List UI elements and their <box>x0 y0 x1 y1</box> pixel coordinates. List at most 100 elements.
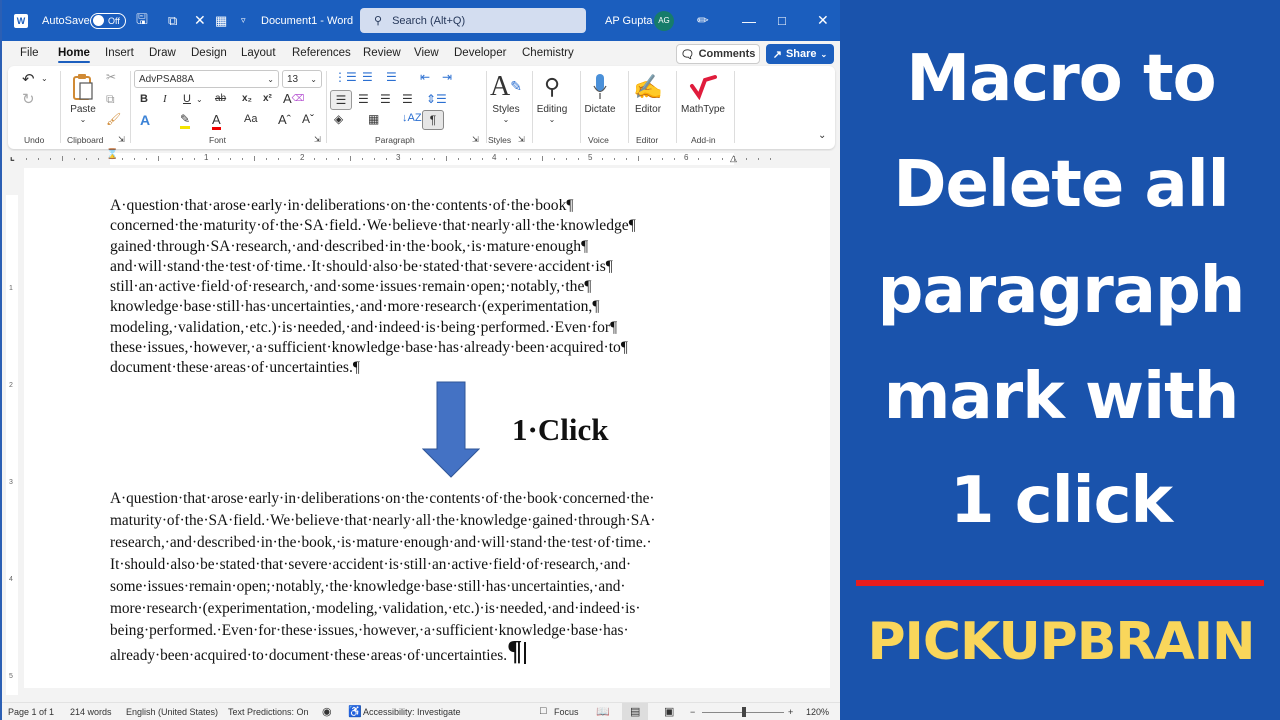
zoom-out-icon[interactable]: − <box>690 707 695 717</box>
vruler-number: 1 <box>9 285 13 292</box>
search-box[interactable]: ⚲ Search (Alt+Q) <box>360 8 586 33</box>
avatar[interactable]: AG <box>654 10 674 31</box>
tab-design[interactable]: Design <box>191 47 227 59</box>
align-center-icon[interactable]: ☰ <box>358 92 369 106</box>
redo-icon[interactable]: ↻ <box>22 90 35 108</box>
zoom-level[interactable]: 120% <box>806 707 829 717</box>
font-name-select[interactable]: AdvPSA88A ⌄ <box>134 70 279 88</box>
minimize-icon[interactable]: — <box>742 0 756 41</box>
format-painter-icon[interactable]: 🖌 <box>106 112 121 126</box>
justify-icon[interactable]: ☰ <box>402 92 413 106</box>
vruler-number: 2 <box>9 382 13 389</box>
bold-icon[interactable]: B <box>140 93 148 105</box>
text-predictions[interactable]: Text Predictions: On <box>228 707 309 717</box>
numbering-icon[interactable]: ☰ <box>362 70 373 84</box>
font-color-icon[interactable]: A <box>212 112 221 130</box>
close-window-icon[interactable]: ✕ <box>817 0 829 41</box>
zoom-in-icon[interactable]: + <box>788 707 793 717</box>
ruler-tick <box>614 158 615 160</box>
comments-button[interactable]: 🗨 Comments <box>676 44 760 64</box>
checkerboard-icon[interactable]: ▦ <box>215 0 227 41</box>
word-count[interactable]: 214 words <box>70 707 112 717</box>
autosave-toggle[interactable]: Off <box>90 12 126 29</box>
align-left-icon[interactable]: ☰ <box>330 90 352 110</box>
original-text[interactable]: A·question·that·arose·early·in·deliberat… <box>110 196 730 379</box>
group-label-paragraph: Paragraph <box>375 135 415 145</box>
tab-layout[interactable]: Layout <box>241 47 276 59</box>
decrease-indent-icon[interactable]: ⇤ <box>420 70 430 84</box>
focus-button[interactable]: Focus <box>554 707 579 717</box>
editing-button[interactable]: ⚲ Editing ⌄ <box>530 70 574 124</box>
tab-draw[interactable]: Draw <box>149 47 176 59</box>
change-case-icon[interactable]: Aa <box>244 113 257 125</box>
superscript-icon[interactable]: x² <box>263 93 272 104</box>
horizontal-ruler[interactable]: ⌞ 1 2 3 4 5 6 ⌛ △ <box>2 149 840 167</box>
increase-indent-icon[interactable]: ⇥ <box>442 70 452 84</box>
search-icon: ⚲ <box>374 15 383 27</box>
tab-references[interactable]: References <box>292 47 351 59</box>
bullets-icon[interactable]: ⋮☰ <box>334 70 357 84</box>
font-launcher-icon[interactable]: ⇲ <box>314 135 321 144</box>
clipboard-launcher-icon[interactable]: ⇲ <box>118 135 125 144</box>
maximize-icon[interactable]: □ <box>778 0 786 41</box>
close-doc-icon[interactable]: ✕ <box>194 0 206 41</box>
styles-button[interactable]: A ✎ Styles ⌄ <box>484 70 528 124</box>
save-icon[interactable]: 🖫 <box>136 0 148 41</box>
banner-line: Macro to <box>906 42 1216 116</box>
grow-font-icon[interactable]: Aˆ <box>278 112 291 127</box>
copy-icon[interactable]: ⧉ <box>106 92 115 107</box>
tab-home[interactable]: Home <box>58 47 90 63</box>
text-effects-icon[interactable]: A <box>140 112 150 128</box>
macro-record-icon[interactable]: ◉ <box>322 705 332 718</box>
paragraph-launcher-icon[interactable]: ⇲ <box>472 135 479 144</box>
tab-file[interactable]: File <box>20 47 39 59</box>
styles-launcher-icon[interactable]: ⇲ <box>518 135 525 144</box>
multilevel-list-icon[interactable]: ☰ <box>386 70 397 84</box>
mathtype-button[interactable]: MathType <box>678 70 728 115</box>
document-page[interactable]: A·question·that·arose·early·in·deliberat… <box>24 168 830 688</box>
tab-stop-selector-icon[interactable]: ⌞ <box>10 152 15 163</box>
tab-view[interactable]: View <box>414 47 439 59</box>
result-paragraph[interactable]: A·question·that·arose·early·in·deliberat… <box>110 488 740 667</box>
strikethrough-icon[interactable]: ab <box>215 93 226 104</box>
tab-review[interactable]: Review <box>363 47 401 59</box>
undo-icon[interactable]: ↶ <box>22 70 35 88</box>
italic-icon[interactable]: I <box>163 93 167 105</box>
dictate-button[interactable]: Dictate <box>578 70 622 115</box>
tab-developer[interactable]: Developer <box>454 47 506 59</box>
underline-icon[interactable]: U <box>183 93 191 105</box>
vruler-number: 3 <box>9 479 13 486</box>
zoom-slider-thumb[interactable] <box>742 707 746 717</box>
sort-icon[interactable]: ↓AZ <box>402 112 422 124</box>
customize-qat-icon[interactable]: ▿ <box>241 0 246 41</box>
accessibility-status[interactable]: Accessibility: Investigate <box>363 707 461 717</box>
user-name[interactable]: AP Gupta <box>605 0 653 41</box>
page-count[interactable]: Page 1 of 1 <box>8 707 54 717</box>
collapse-ribbon-icon[interactable]: ⌄ <box>818 130 826 141</box>
editor-button[interactable]: ✍ Editor <box>626 70 670 116</box>
subscript-icon[interactable]: x₂ <box>242 93 252 104</box>
font-size-select[interactable]: 13 ⌄ <box>282 70 322 88</box>
clear-formatting-icon[interactable]: A ⌫ <box>283 91 304 106</box>
web-layout-icon[interactable]: ▣ <box>664 705 674 718</box>
align-right-icon[interactable]: ☰ <box>380 92 391 106</box>
borders-icon[interactable]: ▦ <box>368 112 379 126</box>
result-text: A·question·that·arose·early·in·deliberat… <box>110 490 656 664</box>
language[interactable]: English (United States) <box>126 707 218 717</box>
tab-insert[interactable]: Insert <box>105 47 134 59</box>
read-mode-icon[interactable]: 📖 <box>596 705 610 718</box>
highlight-icon[interactable]: ✎ <box>180 112 191 129</box>
show-formatting-marks-icon[interactable]: ¶ <box>422 110 444 130</box>
cut-icon[interactable]: ✂ <box>106 70 116 84</box>
share-button[interactable]: ↗ Share ⌄ <box>766 44 834 64</box>
line-spacing-icon[interactable]: ⇕☰ <box>426 92 447 106</box>
indent-marker[interactable]: ⌛ <box>106 149 118 160</box>
shrink-font-icon[interactable]: Aˇ <box>302 112 314 126</box>
undo-dropdown-icon[interactable]: ⌄ <box>41 74 48 83</box>
pen-icon[interactable]: ✏ <box>697 0 709 41</box>
shading-icon[interactable]: ◈ <box>334 112 343 126</box>
copy-format-icon[interactable]: ⧉ <box>168 0 177 41</box>
tab-chemistry[interactable]: Chemistry <box>522 47 574 59</box>
paste-button[interactable]: Paste ⌄ <box>61 70 105 124</box>
underline-dropdown-icon[interactable]: ⌄ <box>196 95 203 104</box>
